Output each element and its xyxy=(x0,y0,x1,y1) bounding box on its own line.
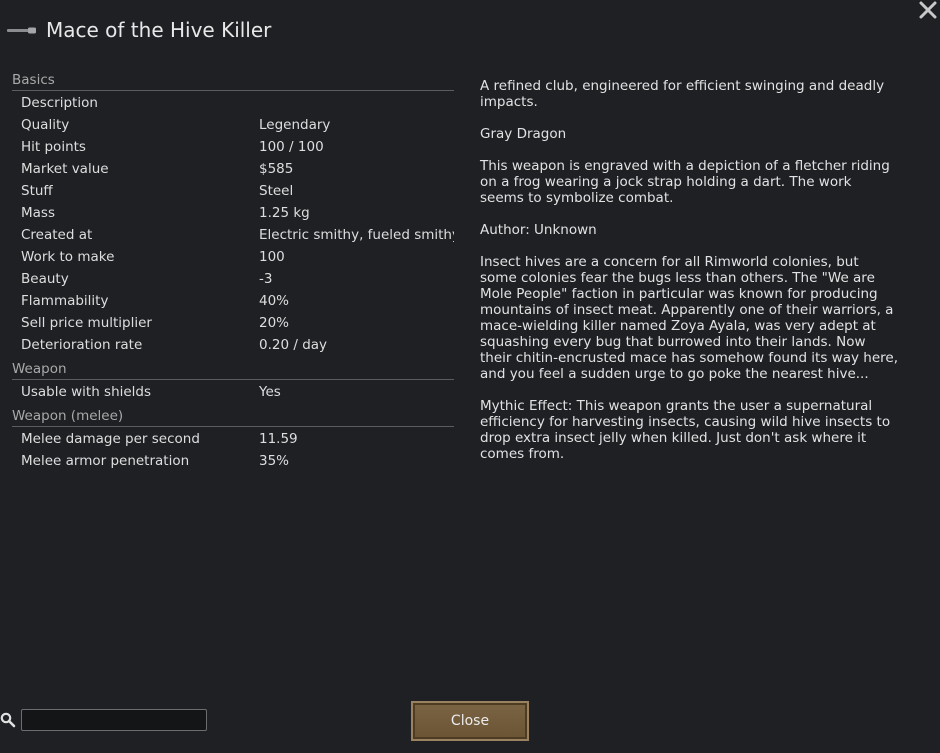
description-paragraph: This weapon is engraved with a depiction… xyxy=(480,158,890,206)
stats-panel: Basics Description Quality Legendary Hit poi… xyxy=(12,70,454,472)
stat-value: 40% xyxy=(259,293,290,309)
stat-label: Description xyxy=(21,95,98,111)
stat-value: Electric smithy, fueled smithy xyxy=(259,227,454,243)
stat-label: Work to make xyxy=(21,249,115,265)
description-paragraph: Mythic Effect: This weapon grants the us… xyxy=(480,398,891,462)
stat-row[interactable]: Sell price multiplier 20% xyxy=(12,312,454,334)
stat-row[interactable]: Hit points 100 / 100 xyxy=(12,136,454,158)
stat-value: 11.59 xyxy=(259,431,298,447)
stat-value xyxy=(259,92,454,114)
stat-label: Stuff xyxy=(21,183,53,199)
stat-value: 100 / 100 xyxy=(259,139,324,155)
stat-row[interactable]: Flammability 40% xyxy=(12,290,454,312)
stat-row[interactable]: Created at Electric smithy, fueled smithy xyxy=(12,224,454,246)
stat-value: 1.25 kg xyxy=(259,205,310,221)
stat-row[interactable]: Work to make 100 xyxy=(12,246,454,268)
description-panel: A refined club, engineered for efficient… xyxy=(480,78,898,478)
stat-label: Hit points xyxy=(21,139,86,155)
stat-value: 20% xyxy=(259,315,290,331)
stat-row[interactable]: Market value $585 xyxy=(12,158,454,180)
stat-row[interactable]: Stuff Steel xyxy=(12,180,454,202)
description-paragraph: Author: Unknown xyxy=(480,222,597,238)
section-header: Basics xyxy=(12,70,454,91)
mace-icon xyxy=(6,14,40,46)
item-info-dialog: Mace of the Hive Killer Basics Descriptio… xyxy=(0,0,940,753)
stat-label: Melee armor penetration xyxy=(21,453,190,469)
close-icon[interactable] xyxy=(918,0,938,20)
stat-label: Market value xyxy=(21,161,109,177)
stat-row[interactable]: Beauty -3 xyxy=(12,268,454,290)
stat-value: $585 xyxy=(259,161,294,177)
description-paragraph: Insect hives are a concern for all Rimwo… xyxy=(480,254,898,382)
stat-row[interactable]: Deterioration rate 0.20 / day xyxy=(12,334,454,356)
dialog-title: Mace of the Hive Killer xyxy=(46,18,272,42)
description-paragraph: A refined club, engineered for efficient… xyxy=(480,78,885,110)
stat-value: 35% xyxy=(259,453,290,469)
stat-label: Beauty xyxy=(21,271,69,287)
stat-label: Quality xyxy=(21,117,70,133)
stat-label: Sell price multiplier xyxy=(21,315,152,331)
stat-value: 100 xyxy=(259,249,285,265)
search-input[interactable] xyxy=(21,709,207,731)
stat-row[interactable]: Melee damage per second 11.59 xyxy=(12,428,454,450)
stat-row[interactable]: Description xyxy=(12,92,454,114)
stat-label: Flammability xyxy=(21,293,109,309)
stat-label: Created at xyxy=(21,227,93,243)
stat-value: Steel xyxy=(259,183,294,199)
stat-value: Yes xyxy=(259,384,281,400)
stat-label: Usable with shields xyxy=(21,384,152,400)
stat-value: -3 xyxy=(259,271,273,287)
stat-label: Deterioration rate xyxy=(21,337,143,353)
stat-row[interactable]: Melee armor penetration 35% xyxy=(12,450,454,472)
section-header: Weapon xyxy=(12,359,454,380)
stat-label: Mass xyxy=(21,205,55,221)
stat-value: Legendary xyxy=(259,117,331,133)
title-bar: Mace of the Hive Killer xyxy=(6,14,271,46)
section-header: Weapon (melee) xyxy=(12,406,454,427)
stat-value: 0.20 / day xyxy=(259,337,328,353)
description-paragraph: Gray Dragon xyxy=(480,126,567,142)
search-icon xyxy=(0,712,16,728)
stat-row[interactable]: Quality Legendary xyxy=(12,114,454,136)
close-button[interactable]: Close xyxy=(411,701,529,741)
stat-row[interactable]: Usable with shields Yes xyxy=(12,381,454,403)
stat-row[interactable]: Mass 1.25 kg xyxy=(12,202,454,224)
stat-label: Melee damage per second xyxy=(21,431,200,447)
